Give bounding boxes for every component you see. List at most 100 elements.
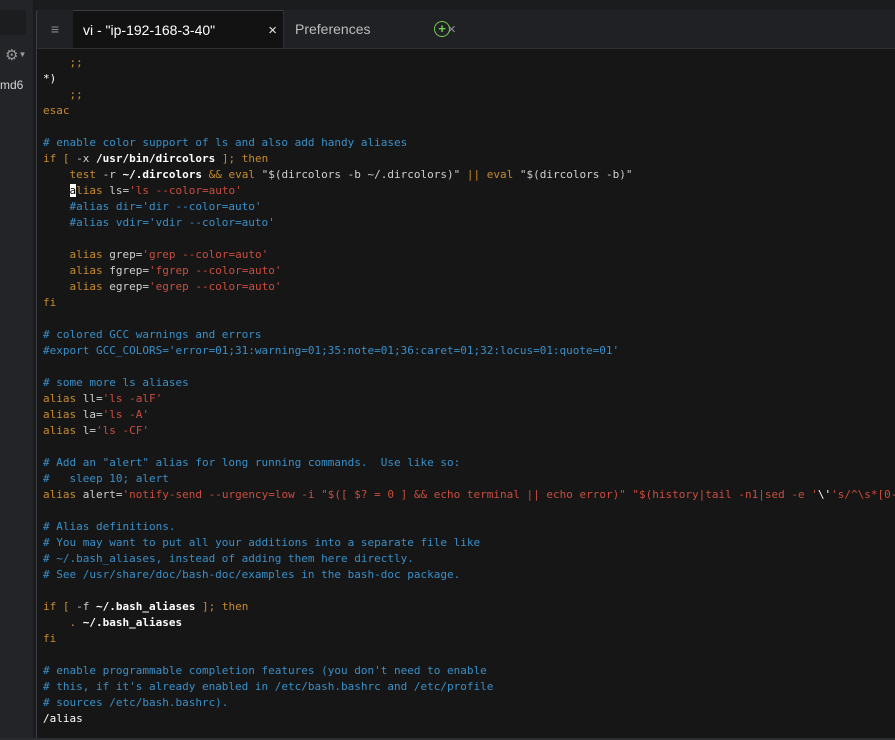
code-token: /alias bbox=[43, 712, 83, 725]
code-token: # enable color support of ls and also ad… bbox=[43, 136, 408, 149]
code-token: # You may want to put all your additions… bbox=[43, 536, 481, 549]
code-token: ;; bbox=[43, 88, 83, 101]
code-token: -r bbox=[102, 168, 123, 181]
code-token: 'notify-send --urgency=low -i "$([ $? = … bbox=[122, 488, 818, 501]
code-token: fi bbox=[43, 632, 57, 645]
code-token: if [ bbox=[43, 152, 77, 165]
code-token: 'ls --color=auto' bbox=[129, 184, 242, 197]
code-token: -f bbox=[76, 600, 96, 613]
editor-line: # colored GCC warnings and errors bbox=[43, 327, 895, 343]
editor-line: test -r ~/.dircolors && eval "$(dircolor… bbox=[43, 167, 895, 183]
tab-vi-session[interactable]: vi - "ip-192-168-3-40" × bbox=[73, 10, 283, 48]
code-token: alias bbox=[43, 424, 83, 437]
editor-line: # sources /etc/bash.bashrc). bbox=[43, 695, 895, 711]
code-token: fi bbox=[43, 296, 57, 309]
editor-line: fi bbox=[43, 631, 895, 647]
code-token: alias bbox=[43, 248, 110, 261]
side-panel: ⚙▼ md6 bbox=[0, 0, 33, 740]
code-token: # this, if it's already enabled in /etc/… bbox=[43, 680, 494, 693]
code-token: # colored GCC warnings and errors bbox=[43, 328, 262, 341]
editor-line: alias ls='ls --color=auto' bbox=[43, 183, 895, 199]
code-token: 'ls -CF' bbox=[96, 424, 149, 437]
code-token: fgrep= bbox=[109, 264, 149, 277]
code-token: # Add an "alert" alias for long running … bbox=[43, 456, 461, 469]
code-token: alias bbox=[43, 280, 110, 293]
tab-label: vi - "ip-192-168-3-40" bbox=[83, 21, 216, 38]
editor-line: # ~/.bash_aliases, instead of adding the… bbox=[43, 551, 895, 567]
code-token: 'grep --color=auto' bbox=[142, 248, 269, 261]
tab-bar: ≡ vi - "ip-192-168-3-40" × Preferences ×… bbox=[37, 10, 895, 49]
editor-line: /alias bbox=[43, 711, 895, 727]
editor-line: if [ -x /usr/bin/dircolors ]; then bbox=[43, 151, 895, 167]
code-token: || eval bbox=[460, 168, 520, 181]
gear-icon[interactable]: ⚙▼ bbox=[5, 46, 31, 66]
code-token: 'fgrep --color=auto' bbox=[148, 264, 282, 277]
code-token: la= bbox=[82, 408, 103, 421]
editor-line: #alias vdir='vdir --color=auto' bbox=[43, 215, 895, 231]
editor-line: # this, if it's already enabled in /etc/… bbox=[43, 679, 895, 695]
editor-line: alias la='ls -A' bbox=[43, 407, 895, 423]
code-token: lias bbox=[76, 184, 110, 197]
code-token: alias bbox=[43, 408, 83, 421]
code-token: alias bbox=[43, 488, 83, 501]
code-token: #alias vdir='vdir --color=auto' bbox=[43, 216, 275, 229]
editor-line: # See /usr/share/doc/bash-doc/examples i… bbox=[43, 567, 895, 583]
code-token: "$(dircolors -b ~/.dircolors)" bbox=[261, 168, 461, 181]
code-token: \' bbox=[817, 488, 832, 501]
code-token: -x bbox=[76, 152, 96, 165]
code-token: # sources /etc/bash.bashrc). bbox=[43, 696, 229, 709]
code-token: ll= bbox=[82, 392, 103, 405]
editor-line: if [ -f ~/.bash_aliases ]; then bbox=[43, 599, 895, 615]
code-token: # ~/.bash_aliases, instead of adding the… bbox=[43, 552, 414, 565]
code-token: l= bbox=[82, 424, 96, 437]
editor-line: ;; bbox=[43, 55, 895, 71]
code-token: alias bbox=[43, 264, 110, 277]
code-token: # Alias definitions. bbox=[43, 520, 176, 533]
code-token: ;; bbox=[43, 56, 83, 69]
code-token: ls= bbox=[109, 184, 130, 197]
editor-line: # Alias definitions. bbox=[43, 519, 895, 535]
editor-line: #export GCC_COLORS='error=01;31:warning=… bbox=[43, 343, 895, 359]
code-token: esac bbox=[43, 104, 70, 117]
editor-line: alias l='ls -CF' bbox=[43, 423, 895, 439]
code-token: ~/.bash_aliases bbox=[96, 600, 196, 613]
editor-line: alias egrep='egrep --color=auto' bbox=[43, 279, 895, 295]
editor-line: #alias dir='dir --color=auto' bbox=[43, 199, 895, 215]
editor-line: # sleep 10; alert bbox=[43, 471, 895, 487]
menu-icon[interactable]: ≡ bbox=[37, 10, 74, 48]
code-token: test bbox=[43, 168, 103, 181]
editor-line: . ~/.bash_aliases bbox=[43, 615, 895, 631]
code-token: 's/^\s*[0- bbox=[831, 488, 895, 501]
code-token: 'egrep --color=auto' bbox=[148, 280, 282, 293]
editor-line: # some more ls aliases bbox=[43, 375, 895, 391]
code-token: # enable programmable completion feature… bbox=[43, 664, 487, 677]
code-token: ]; then bbox=[195, 600, 249, 613]
code-token: if [ bbox=[43, 600, 77, 613]
editor-line: *) bbox=[43, 71, 895, 87]
editor-line: alias ll='ls -alF' bbox=[43, 391, 895, 407]
editor-line: alias fgrep='fgrep --color=auto' bbox=[43, 263, 895, 279]
code-token: && eval bbox=[201, 168, 262, 181]
code-token: # some more ls aliases bbox=[43, 376, 189, 389]
editor-line: fi bbox=[43, 295, 895, 311]
code-token: ~/.bash_aliases bbox=[82, 616, 183, 629]
side-panel-header bbox=[0, 10, 26, 35]
code-token: ~/.dircolors bbox=[122, 168, 202, 181]
editor-line: # Add an "alert" alias for long running … bbox=[43, 455, 895, 471]
code-token: 'ls -alF' bbox=[102, 392, 163, 405]
code-token: . bbox=[43, 616, 83, 629]
code-token: alias bbox=[43, 392, 83, 405]
editor-line: esac bbox=[43, 103, 895, 119]
code-token: "$(dircolors -b)" bbox=[519, 168, 633, 181]
close-icon[interactable]: × bbox=[268, 22, 277, 39]
code-token: ]; then bbox=[215, 152, 269, 165]
add-tab-icon[interactable]: + bbox=[434, 21, 450, 37]
editor-text-area[interactable]: ;; *) ;; esac # enable color support of ls … bbox=[43, 55, 895, 727]
chevron-down-icon[interactable]: ▼ bbox=[18, 50, 26, 59]
